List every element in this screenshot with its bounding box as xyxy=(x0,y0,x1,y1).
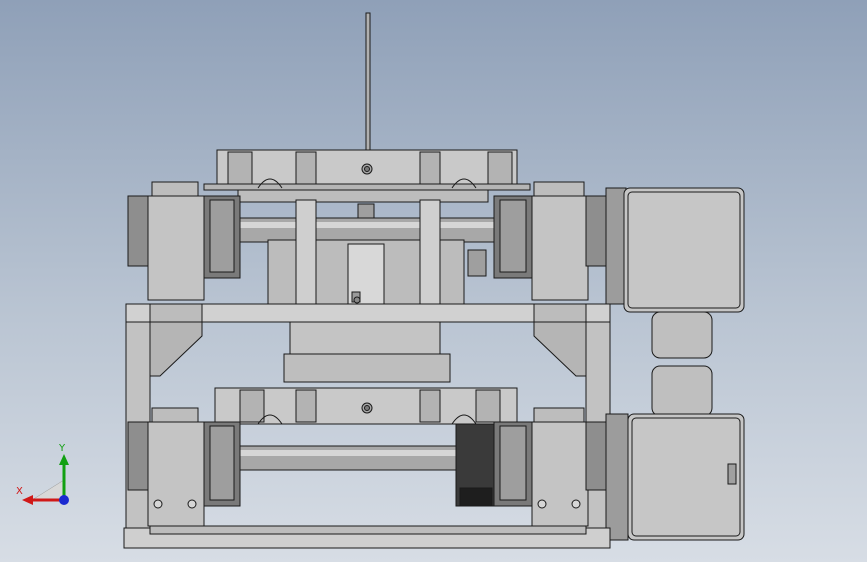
coordinate-triad-icon xyxy=(22,454,69,505)
center-lower-block[interactable] xyxy=(283,321,451,383)
antenna-rod[interactable] xyxy=(365,12,371,154)
upper-motor[interactable] xyxy=(605,187,745,359)
left-upper-bearing-housing[interactable] xyxy=(127,181,241,301)
cad-graphics-viewport[interactable]: X Y xyxy=(0,0,867,562)
right-lower-bearing-housing[interactable] xyxy=(455,407,609,527)
y-axis-label: Y xyxy=(59,443,66,454)
lower-motor[interactable] xyxy=(605,365,745,541)
lower-carriage-plate[interactable] xyxy=(214,387,518,425)
x-axis-label: X xyxy=(16,486,23,497)
upper-shaft[interactable] xyxy=(235,217,499,243)
middle-crossbar[interactable] xyxy=(125,303,611,323)
machine-assembly-model[interactable] xyxy=(0,0,867,562)
bottom-base-plate[interactable] xyxy=(123,525,611,549)
right-upper-bearing-housing[interactable] xyxy=(493,181,609,301)
upper-carriage-plate[interactable] xyxy=(203,149,531,203)
